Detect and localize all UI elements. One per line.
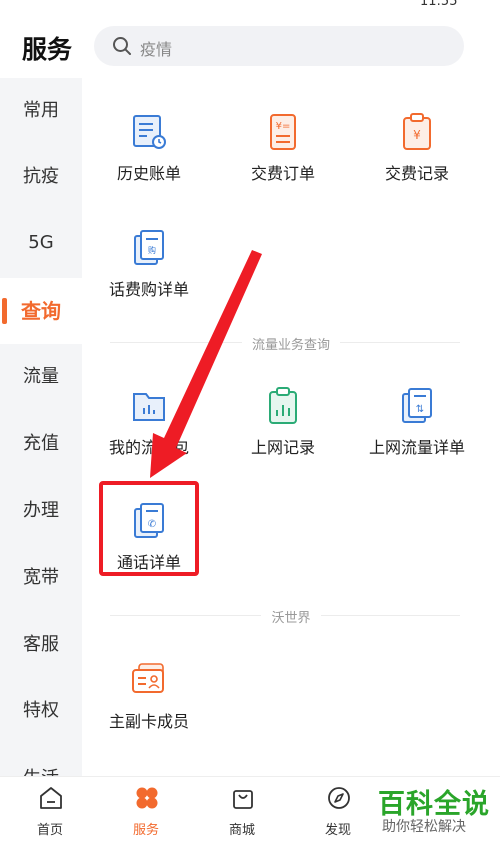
home-icon xyxy=(40,787,62,809)
grid-item-payment-order[interactable]: ¥= 交费订单 xyxy=(218,112,348,202)
content-panel: 历史账单 ¥= 交费订单 ¥ 交费记录 购 话费购详单 流量业务查询 我的流量包… xyxy=(82,78,500,776)
status-time: 11:55 xyxy=(420,0,458,9)
sidebar-item-common[interactable]: 常用 xyxy=(0,78,82,144)
grid-item-purchase-detail[interactable]: 购 话费购详单 xyxy=(84,228,214,318)
search-placeholder: 疫情 xyxy=(140,40,173,59)
grid-item-payment-record[interactable]: ¥ 交费记录 xyxy=(352,112,482,202)
tab-service[interactable]: 服务 xyxy=(98,777,194,845)
svg-text:⇅: ⇅ xyxy=(416,404,424,415)
grid-item-internet-record[interactable]: 上网记录 xyxy=(218,386,348,476)
watermark-subtitle: 助你轻松解决 xyxy=(382,819,466,835)
sidebar-item-query[interactable]: 查询 xyxy=(0,278,82,344)
search-icon xyxy=(113,37,131,55)
grid-item-traffic-detail[interactable]: ⇅ 上网流量详单 xyxy=(352,386,482,476)
sidebar-item-life[interactable]: 生活 xyxy=(0,746,82,776)
watermark: 百科全说 助你轻松解决 xyxy=(372,780,500,844)
payment-order-icon: ¥= xyxy=(270,114,296,150)
section-title-traffic: 流量业务查询 xyxy=(82,334,500,353)
purchase-detail-icon: 购 xyxy=(134,230,164,265)
sidebar-item-service[interactable]: 客服 xyxy=(0,612,82,678)
active-indicator xyxy=(2,298,7,324)
search-input[interactable]: 疫情 xyxy=(94,26,464,66)
svg-text:¥=: ¥= xyxy=(276,121,291,132)
traffic-detail-icon: ⇅ xyxy=(402,388,432,423)
tab-home[interactable]: 首页 xyxy=(2,777,98,845)
sidebar-item-traffic[interactable]: 流量 xyxy=(0,344,82,410)
service-clover-icon xyxy=(136,787,158,809)
sidebar-item-recharge[interactable]: 充值 xyxy=(0,411,82,477)
highlight-box xyxy=(99,481,199,576)
section-title-world: 沃世界 xyxy=(82,607,500,626)
sidebar-item-broadband[interactable]: 宽带 xyxy=(0,545,82,611)
grid-item-card-members[interactable]: 主副卡成员 xyxy=(84,660,214,750)
sidebar-item-5g[interactable]: 5G xyxy=(0,210,82,276)
card-members-icon xyxy=(132,663,164,693)
data-package-icon xyxy=(133,393,165,421)
svg-text:购: 购 xyxy=(148,245,156,255)
shopping-bag-icon xyxy=(233,790,253,809)
header: 服务 疫情 xyxy=(0,12,500,78)
status-bar: 11:55 xyxy=(0,0,500,10)
tab-mall[interactable]: 商城 xyxy=(194,777,290,845)
sidebar: 常用 抗疫 5G 查询 流量 充值 办理 宽带 客服 特权 生活 xyxy=(0,78,82,776)
sidebar-item-antiepidemic[interactable]: 抗疫 xyxy=(0,144,82,210)
grid-item-data-package[interactable]: 我的流量包 xyxy=(84,386,214,476)
compass-icon xyxy=(328,787,350,809)
page-title: 服务 xyxy=(22,35,73,64)
svg-text:¥: ¥ xyxy=(413,128,421,142)
grid-item-bill-history[interactable]: 历史账单 xyxy=(84,112,214,202)
payment-record-icon: ¥ xyxy=(403,113,431,150)
sidebar-item-handle[interactable]: 办理 xyxy=(0,478,82,544)
internet-record-icon xyxy=(269,387,297,424)
bill-history-icon xyxy=(133,115,166,149)
sidebar-item-privilege[interactable]: 特权 xyxy=(0,678,82,744)
